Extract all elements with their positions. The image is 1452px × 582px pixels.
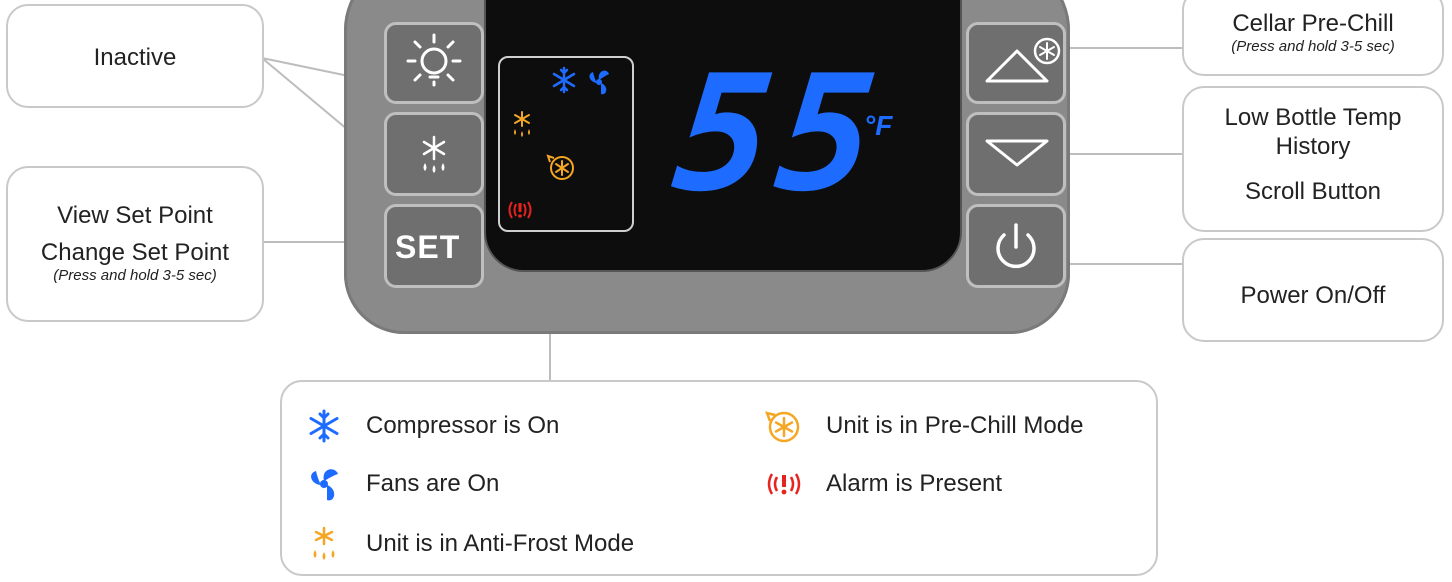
low-bottle-text-1: Low Bottle Temp [1224, 104, 1402, 131]
alarm-icon [767, 473, 801, 495]
power-button[interactable] [966, 204, 1066, 288]
up-prechill-button[interactable] [966, 22, 1066, 104]
callout-power: Power On/Off [1182, 238, 1444, 342]
snowflake-icon [309, 409, 339, 443]
legend-prechill: Unit is in Pre-Chill Mode [764, 408, 1083, 444]
callout-inactive: Inactive [6, 4, 264, 108]
light-button[interactable] [384, 22, 484, 104]
legend-antifrost: Unit is in Anti-Frost Mode [304, 526, 634, 562]
low-bottle-text-2: History [1275, 132, 1351, 160]
legend-alarm: Alarm is Present [764, 466, 1002, 502]
view-set-point-text: View Set Point [57, 202, 213, 229]
legend-alarm-text: Alarm is Present [826, 470, 1003, 497]
legend-compressor-text: Compressor is On [366, 412, 560, 439]
scroll-text: Scroll Button [1244, 177, 1382, 205]
legend-box: Compressor is On Fans are On Unit is in … [280, 380, 1158, 576]
light-icon [406, 33, 462, 87]
fan-icon [589, 70, 609, 95]
down-arrow-icon [985, 139, 1049, 167]
power-icon [996, 223, 1036, 269]
down-scroll-button[interactable] [966, 112, 1066, 196]
change-set-point-text: Change Set Point [40, 238, 230, 266]
legend-antifrost-text: Unit is in Anti-Frost Mode [366, 530, 635, 557]
callout-prechill: Cellar Pre-Chill (Press and hold 3-5 sec… [1182, 0, 1444, 76]
fan-icon [311, 469, 338, 501]
legend-fans: Fans are On [304, 466, 499, 502]
anti-frost-icon [422, 135, 446, 173]
callout-set-point: View Set Point Change Set Point (Press a… [6, 166, 264, 322]
prechill-icon [546, 154, 574, 180]
prechill-note-text: (Press and hold 3-5 sec) [1231, 37, 1395, 55]
anti-frost-icon [313, 526, 335, 560]
temperature-readout: 55 [666, 40, 891, 227]
prechill-title-text: Cellar Pre-Chill [1232, 10, 1394, 37]
set-label: SET [395, 229, 461, 265]
set-note-text: (Press and hold 3-5 sec) [53, 266, 217, 284]
prechill-icon [764, 411, 800, 443]
callout-low-bottle: Low Bottle Temp History Scroll Button [1182, 86, 1444, 232]
status-icon-box [498, 56, 634, 232]
legend-compressor: Compressor is On [304, 408, 559, 444]
callout-inactive-text: Inactive [93, 44, 177, 71]
alarm-icon [508, 201, 532, 219]
legend-fans-text: Fans are On [366, 470, 500, 497]
snowflake-icon [552, 66, 576, 94]
set-button[interactable]: SET [384, 204, 484, 288]
legend-prechill-text: Unit is in Pre-Chill Mode [826, 412, 1084, 439]
temperature-unit: °F [864, 110, 893, 141]
power-text: Power On/Off [1240, 282, 1386, 309]
anti-frost-icon [514, 111, 530, 137]
up-prechill-icon [985, 37, 1061, 83]
anti-frost-button[interactable] [384, 112, 484, 196]
